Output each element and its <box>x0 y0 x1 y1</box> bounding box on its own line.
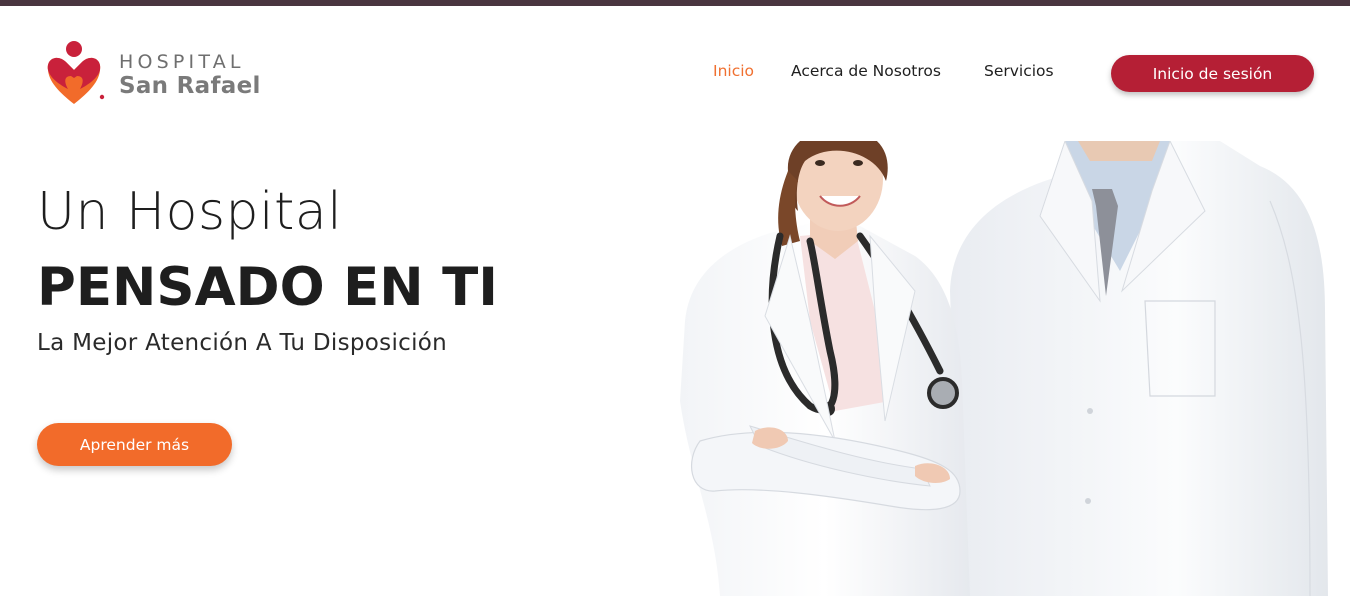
learn-more-button[interactable]: Aprender más <box>37 423 232 466</box>
heart-logo-icon <box>47 41 105 104</box>
male-doctor-figure <box>950 141 1328 596</box>
hero-title-line2: PENSADO EN TI <box>37 257 498 318</box>
doctors-hero-image <box>680 141 1328 596</box>
hospital-logo[interactable]: HOSPITAL San Rafael <box>44 40 274 110</box>
nav-link-inicio[interactable]: Inicio <box>713 62 754 80</box>
hero-title-line1: Un Hospital <box>37 182 343 242</box>
logo-text-hospital: HOSPITAL <box>119 51 245 73</box>
female-doctor-figure <box>680 141 970 596</box>
login-button[interactable]: Inicio de sesión <box>1111 55 1314 92</box>
logo-text-name: San Rafael <box>119 73 261 99</box>
nav-link-servicios[interactable]: Servicios <box>984 62 1054 80</box>
top-accent-bar <box>0 0 1350 6</box>
hero-subtitle: La Mejor Atención A Tu Disposición <box>37 330 448 356</box>
nav-link-acerca[interactable]: Acerca de Nosotros <box>791 62 941 80</box>
